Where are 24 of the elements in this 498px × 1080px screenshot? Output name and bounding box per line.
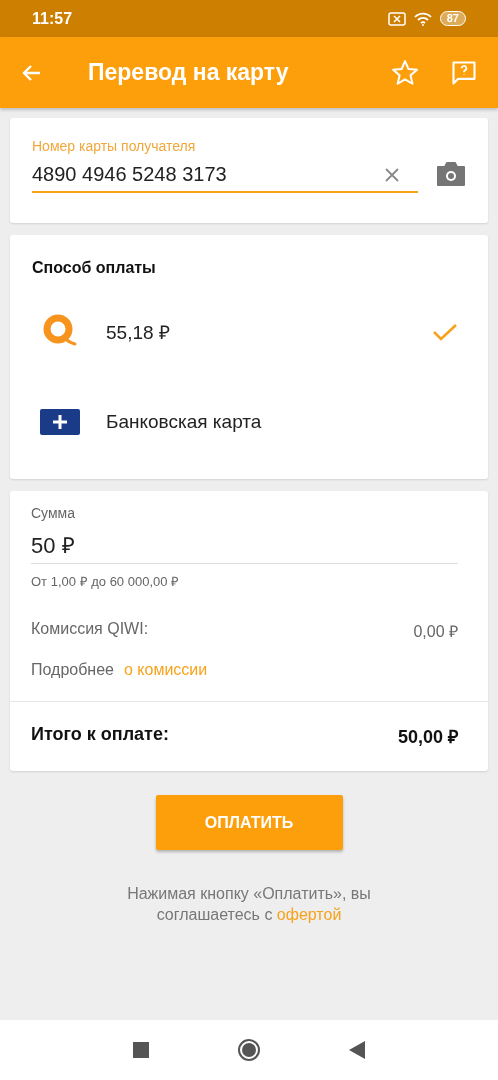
agreement-text: Нажимая кнопку «Оплатить», вы соглашаетесь с офертой [126,884,372,925]
payment-method[interactable]: 55,18 ₽ [10,287,488,377]
card-number-field[interactable]: Номер карты получателя 4890 4946 5248 3173 [32,138,418,193]
amount-field[interactable]: Сумма 50 ₽ [31,505,458,564]
total-value: 50,00 ₽ [397,726,458,748]
sim-off-icon [387,11,406,26]
battery-indicator: 87 [439,11,466,26]
payment-method[interactable]: Банковская карта [10,377,488,467]
home-icon[interactable] [237,1038,261,1062]
help-icon[interactable] [450,58,478,87]
amount-hint: От 1,00 ₽ до 60 000,00 ₽ [31,573,181,590]
clear-icon[interactable] [384,167,400,183]
section-title: Способ оплаты [31,259,157,278]
commission-label: Комиссия QIWI: [31,620,149,639]
camera-icon[interactable] [436,161,466,187]
details-text: Подробнее [31,661,114,679]
add-card-icon [40,409,80,435]
status-time: 11:57 [32,9,73,28]
back-nav-icon[interactable] [349,1041,365,1059]
wifi-icon [413,11,432,26]
star-icon[interactable] [390,57,420,88]
screen-title: Перевод на карту [88,59,290,86]
commission-value: 0,00 ₽ [413,622,458,642]
total-label: Итого к оплате: [31,724,169,746]
